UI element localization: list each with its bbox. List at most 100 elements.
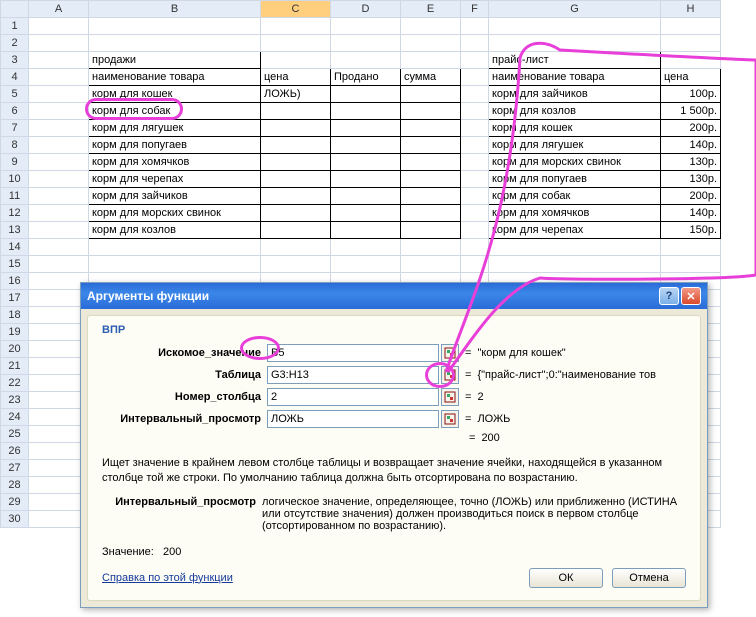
- cell-H3[interactable]: [661, 52, 721, 69]
- cell-C1[interactable]: [261, 18, 331, 35]
- col-header-F[interactable]: F: [461, 1, 489, 18]
- cell-A7[interactable]: [29, 120, 89, 137]
- cell-C4[interactable]: цена: [261, 69, 331, 86]
- cell-F13[interactable]: [461, 222, 489, 239]
- cell-E13[interactable]: [401, 222, 461, 239]
- cell-C5[interactable]: ЛОЖЬ): [261, 86, 331, 103]
- cell-C3[interactable]: [261, 52, 331, 69]
- cell-B12[interactable]: корм для морских свинок: [89, 205, 261, 222]
- cell-C11[interactable]: [261, 188, 331, 205]
- arg-lookup-input[interactable]: [267, 344, 439, 362]
- cell-F11[interactable]: [461, 188, 489, 205]
- cell-F15[interactable]: [461, 256, 489, 273]
- cell-D9[interactable]: [331, 154, 401, 171]
- cell-C2[interactable]: [261, 35, 331, 52]
- cell-B6[interactable]: корм для собак: [89, 103, 261, 120]
- cell-B1[interactable]: [89, 18, 261, 35]
- cell-B5[interactable]: корм для кошек: [89, 86, 261, 103]
- row-header-25[interactable]: 25: [1, 426, 29, 443]
- cell-D7[interactable]: [331, 120, 401, 137]
- cell-A6[interactable]: [29, 103, 89, 120]
- row-header-9[interactable]: 9: [1, 154, 29, 171]
- cell-E14[interactable]: [401, 239, 461, 256]
- row-header-3[interactable]: 3: [1, 52, 29, 69]
- cell-G8[interactable]: корм для лягушек: [489, 137, 661, 154]
- row-header-27[interactable]: 27: [1, 460, 29, 477]
- row-header-6[interactable]: 6: [1, 103, 29, 120]
- cell-H11[interactable]: 200р.: [661, 188, 721, 205]
- col-header-E[interactable]: E: [401, 1, 461, 18]
- cell-D2[interactable]: [331, 35, 401, 52]
- row-header-14[interactable]: 14: [1, 239, 29, 256]
- cell-D13[interactable]: [331, 222, 401, 239]
- cell-G10[interactable]: корм для попугаев: [489, 171, 661, 188]
- cell-F9[interactable]: [461, 154, 489, 171]
- cell-H2[interactable]: [661, 35, 721, 52]
- row-header-2[interactable]: 2: [1, 35, 29, 52]
- cell-G2[interactable]: [489, 35, 661, 52]
- cell-H13[interactable]: 150р.: [661, 222, 721, 239]
- cell-G6[interactable]: корм для козлов: [489, 103, 661, 120]
- cell-G12[interactable]: корм для хомячков: [489, 205, 661, 222]
- arg-range-input[interactable]: [267, 410, 439, 428]
- cell-E4[interactable]: сумма: [401, 69, 461, 86]
- cell-G1[interactable]: [489, 18, 661, 35]
- cell-E11[interactable]: [401, 188, 461, 205]
- help-icon[interactable]: ?: [659, 287, 679, 305]
- cell-G9[interactable]: корм для морских свинок: [489, 154, 661, 171]
- cell-A13[interactable]: [29, 222, 89, 239]
- row-header-8[interactable]: 8: [1, 137, 29, 154]
- cell-B14[interactable]: [89, 239, 261, 256]
- cell-A3[interactable]: [29, 52, 89, 69]
- cell-F6[interactable]: [461, 103, 489, 120]
- cell-H1[interactable]: [661, 18, 721, 35]
- row-header-13[interactable]: 13: [1, 222, 29, 239]
- cell-C15[interactable]: [261, 256, 331, 273]
- cell-F14[interactable]: [461, 239, 489, 256]
- col-header-D[interactable]: D: [331, 1, 401, 18]
- row-header-16[interactable]: 16: [1, 273, 29, 290]
- cell-D15[interactable]: [331, 256, 401, 273]
- row-header-17[interactable]: 17: [1, 290, 29, 307]
- col-header-B[interactable]: B: [89, 1, 261, 18]
- cell-H8[interactable]: 140р.: [661, 137, 721, 154]
- row-header-24[interactable]: 24: [1, 409, 29, 426]
- cell-H15[interactable]: [661, 256, 721, 273]
- cell-D3[interactable]: [331, 52, 401, 69]
- cell-E10[interactable]: [401, 171, 461, 188]
- cell-C14[interactable]: [261, 239, 331, 256]
- cancel-button[interactable]: Отмена: [612, 568, 686, 588]
- cell-H12[interactable]: 140р.: [661, 205, 721, 222]
- row-header-4[interactable]: 4: [1, 69, 29, 86]
- cell-A14[interactable]: [29, 239, 89, 256]
- col-header-H[interactable]: H: [661, 1, 721, 18]
- row-header-5[interactable]: 5: [1, 86, 29, 103]
- close-icon[interactable]: ✕: [681, 287, 701, 305]
- cell-C8[interactable]: [261, 137, 331, 154]
- cell-F12[interactable]: [461, 205, 489, 222]
- cell-B13[interactable]: корм для козлов: [89, 222, 261, 239]
- cell-H4[interactable]: цена: [661, 69, 721, 86]
- cell-E15[interactable]: [401, 256, 461, 273]
- ref-picker-icon[interactable]: [441, 388, 459, 406]
- row-header-1[interactable]: 1: [1, 18, 29, 35]
- cell-G14[interactable]: [489, 239, 661, 256]
- cell-F5[interactable]: [461, 86, 489, 103]
- col-header-G[interactable]: G: [489, 1, 661, 18]
- cell-D10[interactable]: [331, 171, 401, 188]
- cell-B7[interactable]: корм для лягушек: [89, 120, 261, 137]
- col-header-C[interactable]: C: [261, 1, 331, 18]
- cell-H9[interactable]: 130р.: [661, 154, 721, 171]
- cell-F7[interactable]: [461, 120, 489, 137]
- cell-E3[interactable]: [401, 52, 461, 69]
- cell-D6[interactable]: [331, 103, 401, 120]
- cell-C7[interactable]: [261, 120, 331, 137]
- help-link[interactable]: Справка по этой функции: [102, 572, 233, 584]
- cell-C10[interactable]: [261, 171, 331, 188]
- arg-col-input[interactable]: [267, 388, 439, 406]
- cell-G5[interactable]: корм для зайчиков: [489, 86, 661, 103]
- cell-B11[interactable]: корм для зайчиков: [89, 188, 261, 205]
- row-header-11[interactable]: 11: [1, 188, 29, 205]
- cell-B10[interactable]: корм для черепах: [89, 171, 261, 188]
- cell-A9[interactable]: [29, 154, 89, 171]
